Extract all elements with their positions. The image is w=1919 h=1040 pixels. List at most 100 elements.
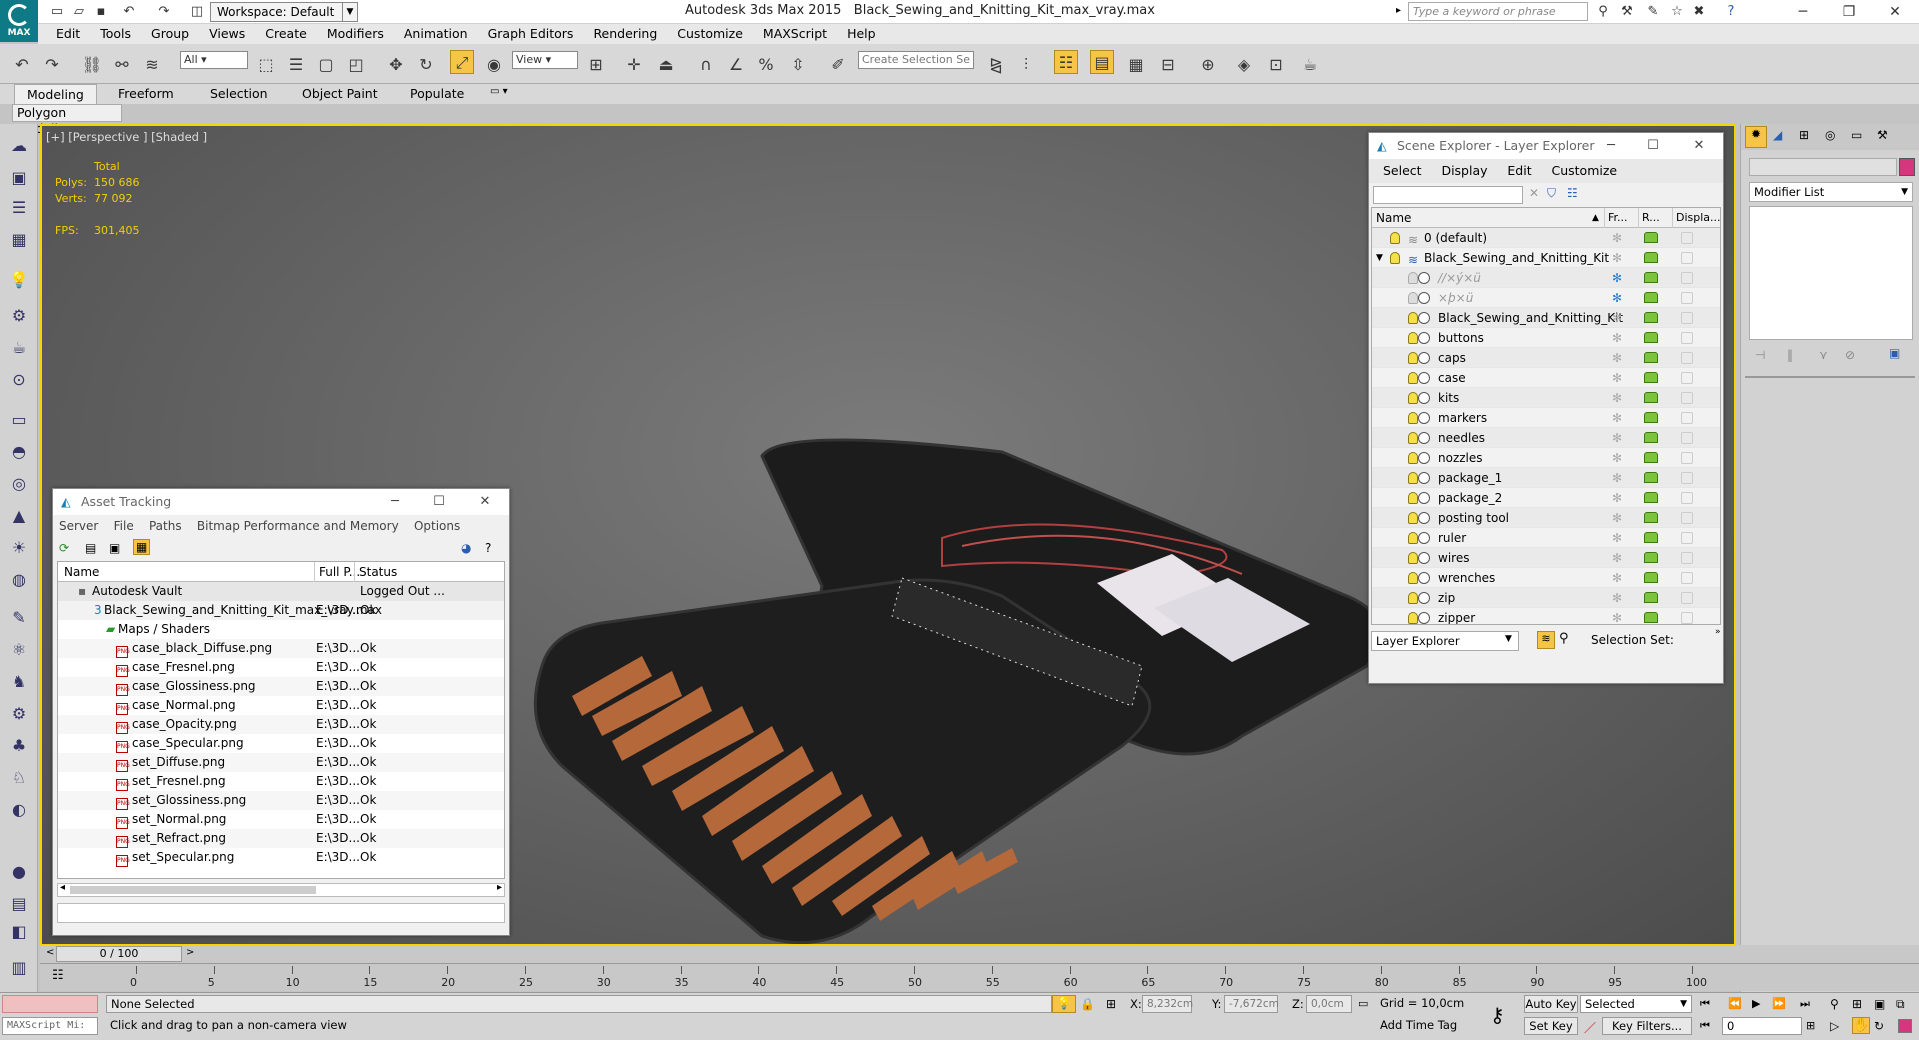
clear-filter-icon[interactable]: ✕ bbox=[1529, 186, 1539, 200]
display-icon[interactable] bbox=[1681, 412, 1693, 424]
renderable-teapot-icon[interactable] bbox=[1644, 452, 1658, 463]
zoom-icon[interactable]: ⚲ bbox=[1830, 997, 1839, 1011]
hierarchy-icon[interactable]: ⚲ bbox=[1559, 631, 1569, 646]
detail-view-icon[interactable]: ▣ bbox=[109, 541, 120, 555]
table-row[interactable]: PNG case_Fresnel.png E:\3D... Ok bbox=[58, 658, 504, 677]
menu-rendering[interactable]: Rendering bbox=[583, 24, 667, 44]
layer-row[interactable]: ▼ ≋ Black_Sewing_and_Knitting_Kit ✻ bbox=[1372, 248, 1720, 268]
renderable-teapot-icon[interactable] bbox=[1644, 572, 1658, 583]
schematic-view-icon[interactable]: ⊕ bbox=[1196, 52, 1220, 76]
visibility-bulb-icon[interactable] bbox=[1408, 312, 1418, 324]
renderable-teapot-icon[interactable] bbox=[1644, 592, 1658, 603]
object-row[interactable]: package_2 ✻ bbox=[1372, 488, 1720, 508]
asset-tracking-titlebar[interactable]: ◭ Asset Tracking ─ ☐ ✕ bbox=[53, 489, 509, 515]
zoom-all-icon[interactable]: ⊞ bbox=[1852, 997, 1862, 1011]
col-name[interactable]: Name bbox=[1376, 208, 1411, 228]
save-icon[interactable]: ▪ bbox=[92, 3, 110, 21]
keyboard-shortcut-icon[interactable]: ⏏ bbox=[654, 52, 678, 76]
scale-icon[interactable]: ⤢ bbox=[450, 50, 474, 74]
search-input[interactable]: Type a keyword or phrase bbox=[1408, 2, 1588, 21]
visibility-bulb-icon[interactable] bbox=[1408, 412, 1418, 424]
table-row-vault[interactable]: ▪ Autodesk Vault Logged Out ... bbox=[58, 582, 504, 601]
display-icon[interactable] bbox=[1681, 432, 1693, 444]
visibility-bulb-icon[interactable] bbox=[1408, 472, 1418, 484]
object-row[interactable]: markers ✻ bbox=[1372, 408, 1720, 428]
visibility-bulb-icon[interactable] bbox=[1408, 452, 1418, 464]
vault-icon[interactable]: ◕ bbox=[461, 541, 471, 555]
render-frame-icon[interactable]: ▤ bbox=[6, 892, 32, 916]
renderable-teapot-icon[interactable] bbox=[1644, 612, 1658, 623]
set-key-button[interactable]: Set Key bbox=[1524, 1017, 1578, 1035]
freeze-icon[interactable]: ✻ bbox=[1612, 248, 1622, 268]
display-icon[interactable] bbox=[1681, 352, 1693, 364]
scroll-thumb[interactable] bbox=[70, 886, 316, 894]
object-row[interactable]: posting tool ✻ bbox=[1372, 508, 1720, 528]
create-selection-set-dropdown[interactable]: Create Selection Se bbox=[858, 51, 974, 69]
visibility-bulb-icon[interactable] bbox=[1408, 272, 1418, 284]
tab-modeling[interactable]: Modeling bbox=[14, 84, 97, 104]
table-row[interactable]: PNG set_Diffuse.png E:\3D... Ok bbox=[58, 753, 504, 772]
communication-icon[interactable]: ✎ bbox=[1644, 3, 1662, 21]
renderable-teapot-icon[interactable] bbox=[1644, 312, 1658, 323]
key-mode-icon[interactable]: ⏮ bbox=[1700, 1019, 1710, 1033]
menu-edit[interactable]: Edit bbox=[46, 24, 90, 44]
display-icon[interactable] bbox=[1681, 592, 1693, 604]
time-prev-icon[interactable]: < bbox=[46, 947, 54, 958]
object-row[interactable]: package_1 ✻ bbox=[1372, 468, 1720, 488]
renderable-teapot-icon[interactable] bbox=[1644, 232, 1658, 243]
edit-named-sets-icon[interactable]: ✐ bbox=[826, 52, 850, 76]
col-frozen[interactable]: Fr... bbox=[1604, 208, 1628, 228]
percent-snap-icon[interactable]: % bbox=[754, 52, 778, 76]
object-row[interactable]: wires ✻ bbox=[1372, 548, 1720, 568]
freeze-icon[interactable]: ✻ bbox=[1612, 568, 1622, 588]
renderable-teapot-icon[interactable] bbox=[1644, 512, 1658, 523]
table-row-maps-folder[interactable]: ▰ Maps / Shaders bbox=[58, 620, 504, 639]
filter-icon[interactable]: ⛉ bbox=[1547, 186, 1556, 201]
track-filter-icon[interactable]: ☷ bbox=[52, 968, 64, 983]
freeze-icon[interactable]: ✻ bbox=[1612, 588, 1622, 608]
visibility-bulb-icon[interactable] bbox=[1408, 292, 1418, 304]
freeze-icon[interactable]: ✻ bbox=[1612, 608, 1622, 624]
modify-panel-icon[interactable]: ◢ bbox=[1773, 128, 1782, 142]
freeze-icon[interactable]: ✻ bbox=[1612, 448, 1622, 468]
menu-animation[interactable]: Animation bbox=[394, 24, 478, 44]
new-file-icon[interactable]: ▭ bbox=[48, 3, 66, 21]
previous-frame-icon[interactable]: ⏪ bbox=[1728, 997, 1742, 1010]
visibility-bulb-icon[interactable] bbox=[1408, 552, 1418, 564]
display-icon[interactable] bbox=[1681, 272, 1693, 284]
ring-icon[interactable]: ◍ bbox=[6, 568, 32, 592]
col-status[interactable]: Status bbox=[354, 562, 397, 582]
renderable-teapot-icon[interactable] bbox=[1644, 412, 1658, 423]
menu-customize[interactable]: Customize bbox=[667, 24, 753, 44]
display-icon[interactable] bbox=[1681, 552, 1693, 564]
visibility-bulb-icon[interactable] bbox=[1408, 352, 1418, 364]
isolate-selection-icon[interactable]: 💡 bbox=[1052, 995, 1076, 1013]
object-row[interactable]: nozzles ✻ bbox=[1372, 448, 1720, 468]
layer-stack-icon[interactable]: ≋ bbox=[1537, 631, 1555, 649]
play-icon[interactable]: ▶ bbox=[1752, 997, 1760, 1010]
display-icon[interactable] bbox=[1681, 232, 1693, 244]
freeze-icon[interactable]: ✻ bbox=[1612, 268, 1622, 288]
app-menu-button[interactable]: MAX bbox=[0, 0, 38, 42]
freeze-icon[interactable]: ✻ bbox=[1612, 308, 1622, 328]
menu-paths[interactable]: Paths bbox=[149, 519, 182, 533]
field-of-view-icon[interactable]: ▷ bbox=[1830, 1019, 1839, 1033]
refresh-icon[interactable]: ⟳ bbox=[59, 541, 69, 555]
box-icon[interactable]: ▭ bbox=[6, 408, 32, 432]
display-icon[interactable] bbox=[1681, 292, 1693, 304]
display-icon[interactable] bbox=[1681, 452, 1693, 464]
maximize-button[interactable]: ☐ bbox=[1633, 133, 1673, 159]
material-editor-icon[interactable]: ◈ bbox=[1232, 52, 1256, 76]
workspace-chevron-icon[interactable]: ▼ bbox=[342, 2, 358, 22]
renderable-teapot-icon[interactable] bbox=[1644, 472, 1658, 483]
curve-editor-icon[interactable]: ⊟ bbox=[1156, 52, 1180, 76]
globe-icon[interactable]: ◐ bbox=[6, 798, 32, 822]
freeze-icon[interactable]: ✻ bbox=[1612, 288, 1622, 308]
cone-icon[interactable]: ▲ bbox=[6, 504, 32, 528]
renderable-teapot-icon[interactable] bbox=[1644, 552, 1658, 563]
binoculars-icon[interactable]: ⚲ bbox=[1594, 3, 1612, 21]
collapse-icon[interactable]: ▼ bbox=[1376, 248, 1383, 268]
search-expand-icon[interactable]: ▸ bbox=[1396, 5, 1401, 16]
undo-icon[interactable]: ↶ bbox=[10, 52, 34, 76]
tab-populate[interactable]: Populate bbox=[410, 86, 464, 101]
